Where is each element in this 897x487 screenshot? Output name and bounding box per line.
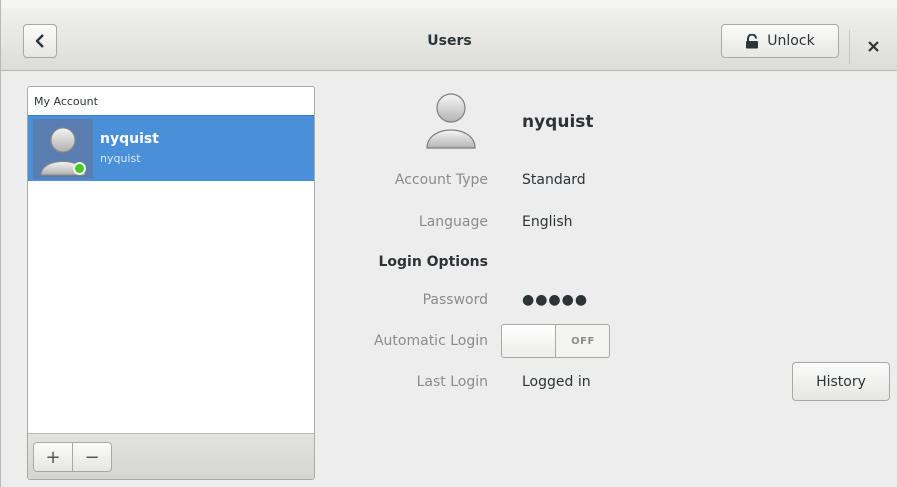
- user-list-toolbar: + −: [28, 433, 314, 479]
- remove-icon: −: [84, 446, 100, 468]
- automatic-login-label: Automatic Login: [373, 333, 488, 349]
- switch-state-label: OFF: [571, 335, 595, 347]
- user-avatar-icon: [426, 93, 476, 149]
- header-separator: [849, 30, 850, 64]
- add-user-button[interactable]: +: [33, 442, 73, 472]
- user-list-panel: My Account nyquist nyquist + −: [27, 86, 315, 480]
- last-login-value: Logged in: [522, 374, 591, 390]
- my-account-section-label: My Account: [34, 95, 98, 108]
- lock-icon: [746, 33, 759, 48]
- add-icon: +: [45, 446, 61, 468]
- users-settings-window: Users Unlock My Account nyquist nyquist …: [0, 0, 897, 487]
- last-login-label: Last Login: [416, 374, 488, 390]
- switch-knob[interactable]: [502, 325, 556, 357]
- user-list-item-login: nyquist: [100, 152, 141, 165]
- history-label: History: [816, 373, 866, 390]
- close-button[interactable]: [863, 36, 883, 56]
- unlock-button[interactable]: Unlock: [721, 24, 839, 58]
- header-bar: Users Unlock: [1, 0, 897, 71]
- account-type-value[interactable]: Standard: [522, 172, 586, 188]
- history-button[interactable]: History: [792, 362, 890, 401]
- user-full-name[interactable]: nyquist: [522, 112, 594, 132]
- account-type-label: Account Type: [394, 172, 488, 188]
- login-options-heading: Login Options: [378, 254, 488, 270]
- language-label: Language: [418, 214, 488, 230]
- user-list-item-name: nyquist: [100, 131, 159, 147]
- password-value[interactable]: ●●●●●: [522, 292, 588, 308]
- remove-user-button[interactable]: −: [72, 442, 112, 472]
- language-value[interactable]: English: [522, 214, 573, 230]
- automatic-login-switch[interactable]: OFF: [501, 324, 610, 358]
- user-list-item[interactable]: nyquist nyquist: [28, 115, 314, 181]
- unlock-label: Unlock: [767, 33, 815, 49]
- online-status-indicator: [73, 162, 86, 175]
- user-avatar-large[interactable]: [421, 90, 481, 152]
- password-label: Password: [422, 292, 488, 308]
- close-icon: [867, 40, 879, 52]
